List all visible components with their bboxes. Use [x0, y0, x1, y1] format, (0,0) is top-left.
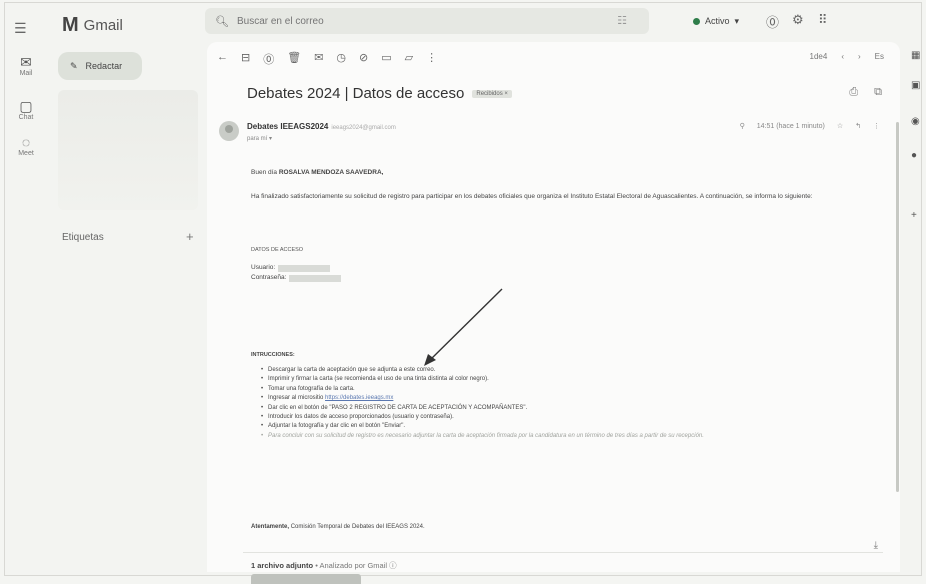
annotation-arrow — [424, 288, 503, 366]
